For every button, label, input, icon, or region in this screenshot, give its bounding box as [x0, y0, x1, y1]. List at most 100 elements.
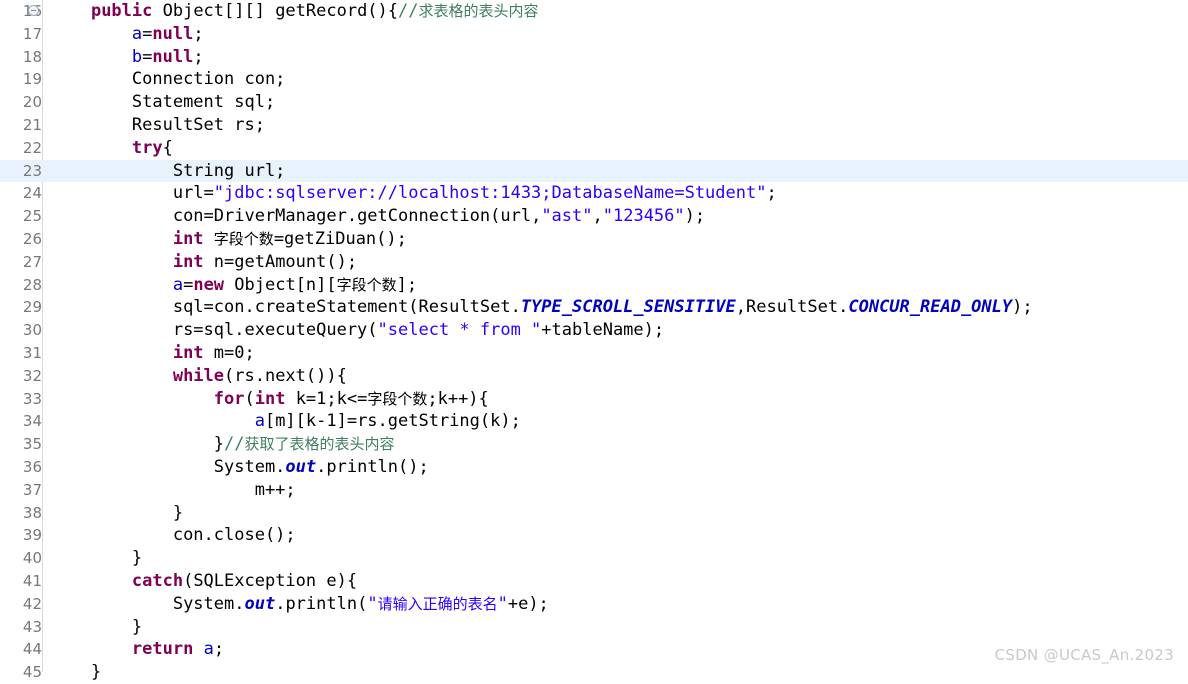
line-number-text: 41	[22, 571, 42, 590]
code-line-content[interactable]: for(int k=1;k<=字段个数;k++){	[50, 388, 489, 411]
code-token: [m][k-1]=rs.getString(k);	[264, 411, 521, 432]
code-line[interactable]: 37 m++;	[0, 479, 1188, 502]
line-number-text: 39	[22, 526, 42, 545]
code-line[interactable]: 16 public Object[][] getRecord(){//求表格的表…	[0, 0, 1188, 23]
line-number: 31	[0, 342, 42, 365]
code-line[interactable]: 25 con=DriverManager.getConnection(url,"…	[0, 205, 1188, 228]
line-number: 27	[0, 251, 42, 274]
code-line[interactable]: 19 Connection con;	[0, 68, 1188, 91]
code-line[interactable]: 34 a[m][k-1]=rs.getString(k);	[0, 410, 1188, 433]
code-token: a	[172, 274, 184, 295]
line-number: 38	[0, 502, 42, 525]
code-line[interactable]: 21 ResultSet rs;	[0, 114, 1188, 137]
code-line[interactable]: 17 a=null;	[0, 23, 1188, 46]
code-line-content[interactable]: while(rs.next()){	[50, 365, 347, 388]
line-number: 21	[0, 114, 42, 137]
code-line-content[interactable]: a=null;	[50, 23, 204, 46]
code-token: Object[n][	[224, 274, 337, 295]
code-line-content[interactable]: try{	[50, 137, 173, 160]
code-token: url=	[172, 183, 214, 204]
code-line-content[interactable]: int 字段个数=getZiDuan();	[50, 228, 407, 251]
code-line[interactable]: 35 }//获取了表格的表头内容	[0, 433, 1188, 456]
code-line-content[interactable]: catch(SQLException e){	[50, 570, 357, 593]
code-line-content[interactable]: con=DriverManager.getConnection(url,"ast…	[50, 205, 705, 228]
code-line[interactable]: 30 rs=sql.executeQuery("select * from "+…	[0, 319, 1188, 342]
code-lines-container[interactable]: 16 public Object[][] getRecord(){//求表格的表…	[0, 0, 1188, 684]
code-line-content[interactable]: int n=getAmount();	[50, 251, 357, 274]
code-token: while	[172, 365, 225, 386]
line-number: 39	[0, 524, 42, 547]
code-line[interactable]: 45 }	[0, 661, 1188, 684]
code-editor[interactable]: 16 public Object[][] getRecord(){//求表格的表…	[0, 0, 1188, 682]
line-number-text: 40	[22, 549, 42, 568]
code-line[interactable]: 38 }	[0, 502, 1188, 525]
code-line-content[interactable]: rs=sql.executeQuery("select * from "+tab…	[50, 319, 664, 342]
line-number-text: 26	[22, 229, 42, 248]
code-line[interactable]: 33 for(int k=1;k<=字段个数;k++){	[0, 388, 1188, 411]
code-line[interactable]: 28 a=new Object[n][字段个数];	[0, 274, 1188, 297]
line-number-text: 38	[22, 503, 42, 522]
code-line[interactable]: 23 String url;	[0, 159, 1188, 183]
code-line-content[interactable]: }	[50, 661, 101, 684]
code-line-content[interactable]: a[m][k-1]=rs.getString(k);	[50, 410, 521, 433]
line-number: 17	[0, 23, 42, 46]
code-line-content[interactable]: return a;	[50, 638, 224, 661]
code-token: k=1;k<=	[285, 388, 368, 409]
line-number: 40	[0, 547, 42, 570]
code-line[interactable]: 20 Statement sql;	[0, 91, 1188, 114]
line-number-text: 17	[22, 24, 42, 43]
code-line-content[interactable]: sql=con.createStatement(ResultSet.TYPE_S…	[50, 296, 1033, 319]
code-line[interactable]: 22 try{	[0, 137, 1188, 160]
code-line[interactable]: 29 sql=con.createStatement(ResultSet.TYP…	[0, 296, 1188, 319]
code-line-content[interactable]: a=new Object[n][字段个数];	[50, 274, 417, 297]
code-line[interactable]: 32 while(rs.next()){	[0, 365, 1188, 388]
code-line[interactable]: 27 int n=getAmount();	[0, 251, 1188, 274]
code-line[interactable]: 18 b=null;	[0, 46, 1188, 69]
code-line-content[interactable]: Connection con;	[50, 68, 286, 91]
code-line-content[interactable]: int m=0;	[50, 342, 255, 365]
code-line-content[interactable]: Statement sql;	[50, 91, 275, 114]
code-line[interactable]: 42 System.out.println("请输入正确的表名"+e);	[0, 593, 1188, 616]
code-line[interactable]: 26 int 字段个数=getZiDuan();	[0, 228, 1188, 251]
code-token: a	[131, 23, 143, 44]
code-line[interactable]: 40 }	[0, 547, 1188, 570]
code-line[interactable]: 39 con.close();	[0, 524, 1188, 547]
code-line-content[interactable]: m++;	[50, 479, 296, 502]
line-number-text: 20	[22, 93, 42, 112]
code-line-content[interactable]: System.out.println("请输入正确的表名"+e);	[50, 593, 549, 616]
code-token: +tableName);	[541, 320, 665, 341]
code-token: (rs.next()){	[224, 365, 347, 386]
code-line-content[interactable]: b=null;	[50, 46, 204, 69]
line-number: 26	[0, 228, 42, 251]
code-token: ];	[396, 274, 418, 295]
code-line-content[interactable]: ResultSet rs;	[50, 114, 265, 137]
code-fold-collapse-icon[interactable]	[28, 5, 39, 16]
csdn-watermark: CSDN @UCAS_An.2023	[994, 646, 1174, 664]
code-line[interactable]: 43 }	[0, 616, 1188, 639]
line-number: 41	[0, 570, 42, 593]
code-token: }	[131, 548, 143, 569]
line-number: 19	[0, 68, 42, 91]
code-line[interactable]: 41 catch(SQLException e){	[0, 570, 1188, 593]
code-line-content[interactable]: public Object[][] getRecord(){//求表格的表头内容	[50, 0, 539, 23]
code-line-content[interactable]: }//获取了表格的表头内容	[50, 433, 395, 456]
code-token: =	[142, 23, 153, 44]
code-line-content[interactable]: }	[50, 502, 183, 525]
line-number: 45	[0, 661, 42, 684]
code-line-content[interactable]: }	[50, 616, 142, 639]
code-token: System.	[213, 456, 286, 477]
code-line[interactable]: 24 url="jdbc:sqlserver://localhost:1433;…	[0, 182, 1188, 205]
code-line-content[interactable]: }	[50, 547, 142, 570]
code-line[interactable]: 36 System.out.println();	[0, 456, 1188, 479]
code-token: //	[398, 1, 419, 21]
line-number: 29	[0, 296, 42, 319]
code-line-content[interactable]: System.out.println();	[50, 456, 429, 479]
code-line-content[interactable]: con.close();	[50, 524, 296, 547]
code-token: }	[90, 662, 102, 683]
code-line-content[interactable]: url="jdbc:sqlserver://localhost:1433;Dat…	[50, 182, 777, 205]
code-line-content[interactable]: String url;	[50, 160, 286, 183]
code-line[interactable]: 31 int m=0;	[0, 342, 1188, 365]
